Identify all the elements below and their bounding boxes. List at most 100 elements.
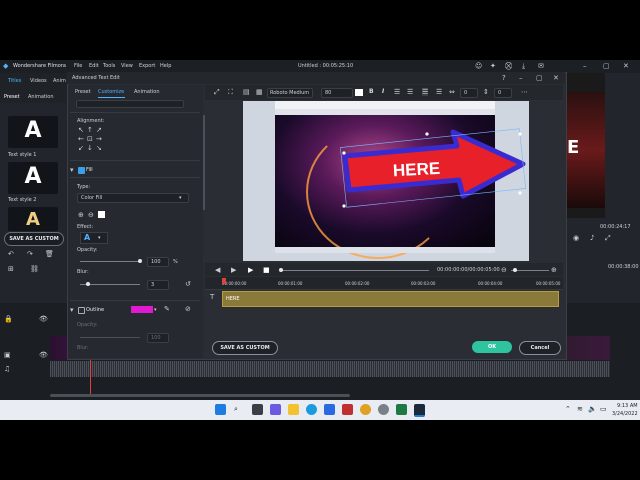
text-style-thumb-3[interactable]: A [8,207,58,231]
ok-button[interactable]: OK [472,341,512,353]
bulb-icon[interactable]: ✦ [490,62,496,70]
text-style-thumb-2[interactable]: A [8,162,58,194]
add-track-icon[interactable]: ⊞ [8,265,14,273]
save-as-custom-button[interactable]: SAVE AS CUSTOM [212,341,278,355]
text-style-thumb-1[interactable]: A [8,116,58,148]
track-video-icon[interactable]: ▣ [4,351,11,359]
menu-view[interactable]: View [121,63,133,69]
menu-export[interactable]: Export [139,63,155,69]
eyedropper-icon[interactable]: ✎ [164,305,170,313]
outline-color-swatch[interactable] [131,306,153,313]
more-icon[interactable]: ⋯ [521,88,528,96]
chat-icon[interactable] [270,404,281,415]
file-explorer-icon[interactable] [288,404,299,415]
prev-frame-icon[interactable]: ◀ [215,266,220,274]
arrow-text[interactable]: HERE [393,159,441,181]
effect-select[interactable]: A ▾ [80,232,108,244]
fill-color-swatch[interactable] [98,211,105,218]
undo-icon[interactable]: ↶ [8,250,14,258]
help-icon[interactable]: ? [502,74,506,82]
link-icon[interactable]: ⛓ [30,265,39,273]
fill-type-select[interactable]: Color Fill ▾ [77,193,189,203]
track-eye-icon[interactable]: 👁 [39,315,48,323]
fill-checkbox[interactable] [78,167,85,174]
tab-videos[interactable]: Videos [30,78,47,84]
timeline-scrollbar[interactable] [50,394,350,397]
minimize-icon[interactable]: – [583,62,587,70]
redo-icon[interactable]: ↷ [27,250,33,258]
mail-app-icon[interactable] [342,404,353,415]
align-top-left-icon[interactable]: ↖ [78,126,84,134]
tray-chevron-icon[interactable]: ⌃ [565,405,571,413]
track-lock-icon[interactable]: 🔒 [4,315,13,323]
mail-icon[interactable]: ✉ [538,62,544,70]
task-view-icon[interactable] [252,404,263,415]
volume-icon[interactable]: ♪ [590,234,594,242]
menu-tools[interactable]: Tools [103,63,115,69]
align-bottom-left-icon[interactable]: ↙ [78,144,84,152]
letter-spacing-input[interactable]: 0 [460,88,478,98]
menu-edit[interactable]: Edit [89,63,99,69]
maximize-icon[interactable]: ▢ [603,62,610,70]
line-spacing-input[interactable]: 0 [494,88,512,98]
align-right-icon[interactable]: → [96,135,102,143]
blur-input[interactable]: 3 [147,280,169,290]
timeline-ruler[interactable]: 00:00:00:00 00:00:01:00 00:00:02:00 00:0… [205,277,563,290]
outline-checkbox[interactable] [78,307,85,314]
text-clip[interactable]: HERE [222,291,559,307]
align-left-text-icon[interactable]: ☰ [394,88,400,96]
align-top-icon[interactable]: ↑ [87,126,93,134]
font-size-select[interactable]: 80 [321,88,353,98]
left-panel-scrollbar[interactable] [203,115,205,210]
align-top-right-icon[interactable]: ↗ [96,126,102,134]
zoom-slider-knob[interactable] [513,268,517,272]
blur-slider-knob[interactable] [86,282,90,286]
opacity-slider[interactable] [80,261,140,262]
menu-file[interactable]: File [74,63,82,69]
add-color-icon[interactable]: ⊕ [78,211,84,219]
dialog-close-icon[interactable]: ✕ [553,74,559,82]
align-center-text-icon[interactable]: ☰ [407,88,413,96]
chrome-icon[interactable] [360,404,371,415]
align-center-icon[interactable]: ⊡ [87,135,93,143]
close-icon[interactable]: ✕ [623,62,629,70]
download-icon[interactable]: ⤓ [522,62,525,70]
text-image-icon[interactable]: ▦ [256,88,263,96]
stop-icon[interactable]: ■ [263,266,270,274]
edge-icon[interactable] [306,404,317,415]
dialog-minimize-icon[interactable]: – [519,74,523,82]
alignment-grid[interactable]: ↖ ↑ ↗ ← ⊡ → ↙ ↓ ↘ [78,126,104,154]
chevron-down-icon[interactable]: ▾ [154,306,157,314]
dialog-tab-animation[interactable]: Animation [134,89,160,95]
letter-spacing-icon[interactable]: ⇔ [449,88,455,96]
align-bottom-right-icon[interactable]: ↘ [96,144,102,152]
opacity-input[interactable]: 100 [147,257,169,267]
tab-titles[interactable]: Titles [8,78,21,84]
settings-icon[interactable] [378,404,389,415]
track-eye-icon[interactable]: 👁 [39,351,48,359]
font-select[interactable]: Roboto Medium [267,88,313,98]
tab-preset[interactable]: Preset [4,94,20,100]
search-icon[interactable]: ⌕ [234,405,238,413]
cancel-button[interactable]: Cancel [519,341,561,355]
dialog-tab-preset[interactable]: Preset [75,89,91,95]
camera-icon[interactable]: ◉ [573,234,579,242]
tab-animation[interactable]: Animation [28,94,54,100]
fill-expand-icon[interactable]: ▾ [70,166,74,174]
store-icon[interactable] [324,404,335,415]
outline-reset-icon[interactable]: ⊘ [185,305,191,313]
opacity-slider-knob[interactable] [138,259,142,263]
outline-expand-icon[interactable]: ▾ [70,306,74,314]
cart-icon[interactable]: ⛒ [505,62,512,70]
excel-icon[interactable] [396,404,407,415]
text-layer-icon[interactable]: ▤ [243,88,250,96]
playback-progress-knob[interactable] [279,268,283,272]
menu-help[interactable]: Help [160,63,171,69]
play-alt-icon[interactable]: ▶ [248,266,253,274]
delete-icon[interactable]: 🗑 [45,250,54,258]
dialog-maximize-icon[interactable]: ▢ [536,74,543,82]
fullscreen-icon[interactable]: ⤢ [605,234,611,242]
play-icon[interactable]: ▶ [231,266,236,274]
italic-button[interactable]: I [382,88,384,95]
save-as-custom-left-button[interactable]: SAVE AS CUSTOM [4,232,64,246]
